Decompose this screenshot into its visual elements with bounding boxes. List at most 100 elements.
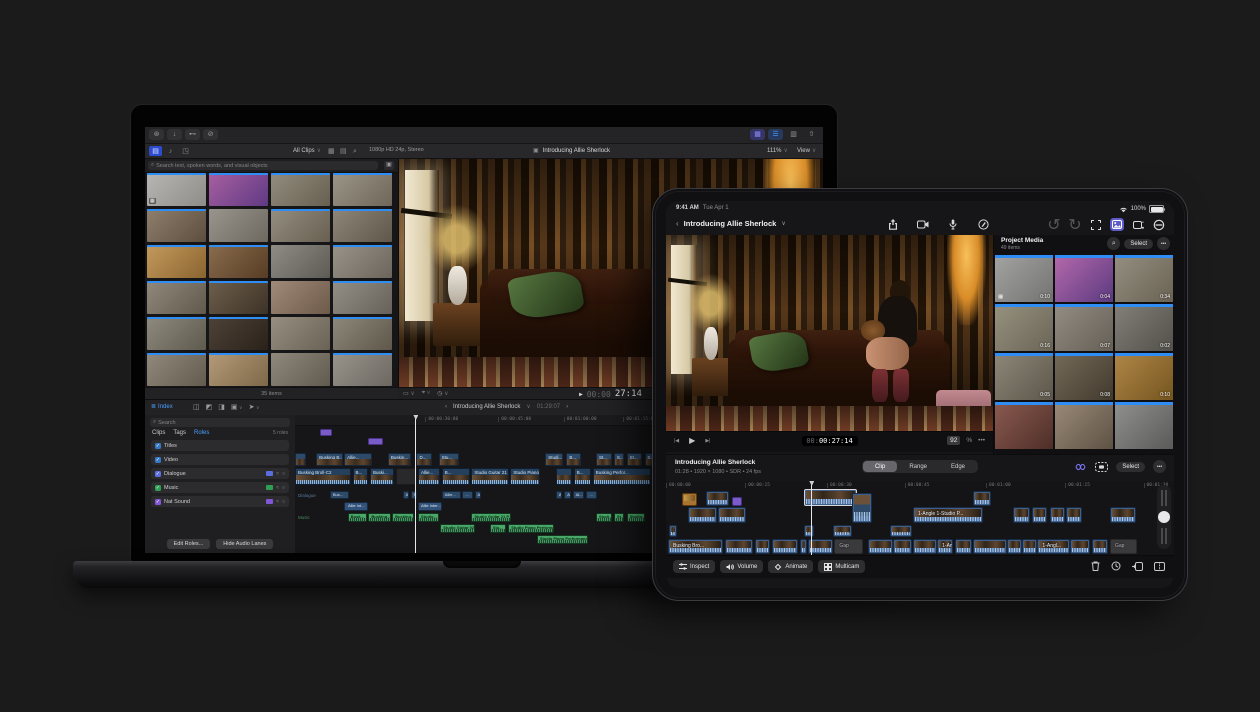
timeline-clip[interactable]: Studi... [545, 453, 563, 466]
timeline-clip[interactable]: B... [566, 453, 581, 466]
timeline-clip[interactable]: Studio Piano Performance [508, 524, 553, 533]
timeline-clip[interactable]: Studio... [627, 513, 645, 522]
export-icon[interactable] [886, 218, 900, 231]
timeline-clip[interactable]: Busking Broll-C2 [295, 468, 351, 485]
role-checkbox[interactable]: ✓ [155, 443, 161, 449]
timeline-clip[interactable]: Buski... [370, 468, 394, 485]
edit-roles-button[interactable]: Edit Roles... [167, 539, 211, 549]
media-clip-thumbnail[interactable]: 0:16 [995, 304, 1053, 351]
timeline-clip[interactable] [368, 438, 383, 445]
play-button[interactable]: ▶ [579, 391, 583, 398]
split-clip-icon[interactable] [1154, 562, 1165, 571]
overwrite-mode-icon[interactable] [1095, 462, 1108, 472]
timeline-clip[interactable]: A [564, 491, 570, 499]
skip-forward-icon[interactable]: ▶| [705, 438, 710, 444]
tab-clips[interactable]: Clips [152, 430, 165, 436]
timeline-clip[interactable] [706, 491, 729, 506]
keywords-icon[interactable]: ⊷ [185, 129, 200, 140]
browser-clip-thumbnail[interactable] [333, 209, 392, 242]
role-row[interactable]: ✓ Dialogue ≈ ○ [151, 468, 289, 479]
timeline-clip[interactable]: Studio Piano... [510, 468, 540, 485]
clip-appearance-icon[interactable]: ▦ [328, 146, 335, 156]
timeline-clip[interactable]: Gap [1110, 539, 1137, 554]
timeline-clip[interactable] [1032, 507, 1047, 523]
timeline-clip[interactable]: Busking Bro... [668, 539, 723, 554]
back-chevron-icon[interactable]: ‹ [676, 219, 679, 228]
role-color-swatch[interactable] [266, 485, 273, 490]
browser-search-icon[interactable]: ⌕ [353, 146, 357, 156]
inspector-toggle-icon[interactable]: ▥ [786, 129, 801, 140]
timeline-clip[interactable] [890, 525, 912, 537]
timeline-clip[interactable]: Allie Int... [344, 502, 368, 511]
timeline-clip[interactable]: Studio Guitar 21 P... [471, 468, 509, 485]
timeline-clip[interactable] [833, 525, 852, 537]
browser-clip-thumbnail[interactable] [333, 317, 392, 350]
timeline-clip[interactable] [669, 525, 677, 537]
timeline-clip[interactable] [772, 539, 798, 554]
timeline-clip[interactable] [725, 539, 753, 554]
index-search-input[interactable]: ⌕ Search [150, 418, 290, 427]
timeline-clip[interactable]: Studio Piano Performance [537, 535, 588, 544]
timeline-clip[interactable]: B... [442, 468, 471, 485]
insert-clip-icon[interactable] [1132, 562, 1143, 571]
media-clip-thumbnail[interactable]: 0:34 [1115, 255, 1173, 302]
timeline-select-button[interactable]: Select [1116, 462, 1145, 472]
timeline-clip[interactable] [973, 491, 991, 506]
prev-project-icon[interactable]: ‹ [445, 404, 447, 410]
timeline-clip[interactable]: Studi... [596, 513, 612, 522]
media-clip-thumbnail[interactable] [1055, 402, 1113, 449]
download-icon[interactable]: ↓ [167, 129, 182, 140]
timeline-clip[interactable] [1066, 507, 1082, 523]
timeline-clip[interactable]: Busking... [392, 513, 414, 522]
browser-clip-thumbnail[interactable] [271, 317, 330, 350]
timeline-toggle-icon[interactable]: ☰ [768, 129, 783, 140]
media-browser-icon[interactable] [1110, 218, 1124, 231]
segment-edge[interactable]: Edge [939, 461, 977, 472]
tool-pointer-icon[interactable]: ➤ ∨ [249, 403, 260, 411]
viewer-zoom-badge[interactable]: 92 [947, 436, 960, 445]
skip-back-icon[interactable]: |◀ [674, 438, 679, 444]
role-wave-icon[interactable]: ≈ [276, 471, 279, 477]
timeline-clip[interactable]: Allie... [442, 491, 461, 499]
timeline-clip[interactable] [800, 539, 807, 554]
jog-wheel-icon[interactable]: ⊖ [1152, 218, 1166, 231]
browser-toggle-icon[interactable]: ▦ [750, 129, 765, 140]
play-button[interactable]: ▶ [689, 436, 695, 445]
timeline-clip[interactable]: Busking B... [316, 453, 342, 466]
timeline-clip[interactable] [1022, 539, 1037, 554]
timeline-clip[interactable]: A [556, 491, 562, 499]
role-checkbox[interactable]: ✓ [155, 485, 161, 491]
mac-playhead[interactable] [415, 415, 416, 553]
role-focus-icon[interactable]: ○ [282, 471, 285, 477]
overwrite-icon[interactable]: ▣ ∨ [231, 403, 243, 411]
timeline-clip[interactable] [556, 468, 572, 485]
browser-clip-thumbnail[interactable] [209, 173, 268, 206]
media-clip-thumbnail[interactable]: 0:02 [1115, 304, 1173, 351]
append-icon[interactable]: ◨ [218, 403, 225, 411]
crop-tool-icon[interactable]: ▭ ∨ [403, 390, 415, 397]
tab-roles[interactable]: Roles [194, 430, 209, 436]
timeline-clip[interactable] [320, 429, 332, 436]
timeline-clip[interactable] [1050, 507, 1065, 523]
viewer-zoom-dropdown[interactable]: 111%∨ [767, 146, 788, 156]
role-color-swatch[interactable] [266, 499, 273, 504]
live-drawing-icon[interactable] [976, 218, 990, 231]
timeline-clip[interactable] [852, 493, 872, 523]
timeline-clip[interactable] [295, 453, 306, 466]
multicam-button[interactable]: Multicam [818, 560, 865, 573]
timeline-clip[interactable]: Busking Perfor... [593, 468, 651, 485]
timeline-clip[interactable] [1092, 539, 1108, 554]
titles-generators-icon[interactable]: ◳ [179, 146, 192, 156]
timeline-clip[interactable]: Studio Guitar 21 P... [471, 513, 511, 522]
timeline-clip[interactable]: Gap [834, 539, 862, 554]
index-button[interactable]: ≣ Index [151, 403, 173, 410]
browser-clip-thumbnail[interactable] [147, 209, 206, 242]
timeline-clip[interactable] [396, 468, 417, 485]
role-row[interactable]: ✓ Video ≈ ○ [151, 454, 289, 465]
timeline-zoom-slider[interactable] [1157, 485, 1171, 549]
title-chevron-icon[interactable]: ∨ [781, 220, 785, 227]
project-chevron-icon[interactable]: ∨ [526, 403, 530, 410]
fullscreen-icon[interactable] [1089, 218, 1103, 231]
timeline-clip[interactable] [1070, 539, 1090, 554]
timeline-clip[interactable] [755, 539, 770, 554]
